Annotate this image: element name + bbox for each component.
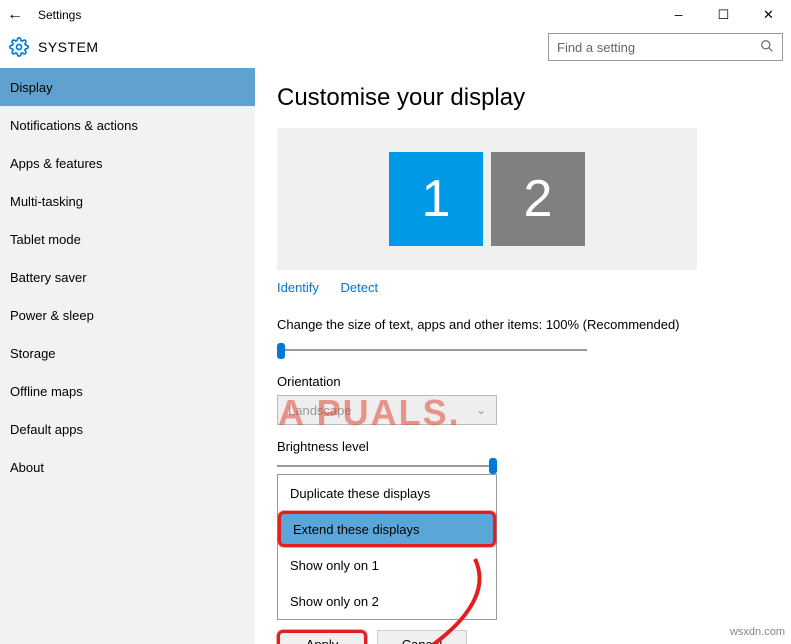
sidebar-item-display[interactable]: Display xyxy=(0,68,255,106)
minimize-button[interactable]: — xyxy=(656,0,701,30)
option-extend[interactable]: Extend these displays xyxy=(278,511,496,547)
orientation-value: Landscape xyxy=(288,403,352,418)
sidebar-item-about[interactable]: About xyxy=(0,448,255,486)
sidebar-item-battery[interactable]: Battery saver xyxy=(0,258,255,296)
cancel-button[interactable]: Cancel xyxy=(377,630,467,644)
sidebar-item-tablet[interactable]: Tablet mode xyxy=(0,220,255,258)
option-only2[interactable]: Show only on 2 xyxy=(278,583,496,619)
back-button[interactable]: ← xyxy=(0,6,30,24)
maximize-button[interactable]: ☐ xyxy=(701,0,746,30)
gear-icon xyxy=(8,36,30,58)
page-title: Customise your display xyxy=(277,84,769,112)
sidebar: Display Notifications & actions Apps & f… xyxy=(0,68,255,644)
chevron-down-icon: ⌄ xyxy=(476,403,486,417)
search-placeholder: Find a setting xyxy=(557,40,760,55)
display-arrangement[interactable]: 1 2 xyxy=(277,128,697,270)
sidebar-item-multitasking[interactable]: Multi-tasking xyxy=(0,182,255,220)
sidebar-item-power[interactable]: Power & sleep xyxy=(0,296,255,334)
scale-slider[interactable] xyxy=(277,340,587,360)
identify-link[interactable]: Identify xyxy=(277,280,319,295)
sidebar-item-storage[interactable]: Storage xyxy=(0,334,255,372)
brightness-label: Brightness level xyxy=(277,439,769,454)
brightness-slider[interactable] xyxy=(277,460,497,472)
option-duplicate[interactable]: Duplicate these displays xyxy=(278,475,496,511)
option-only1[interactable]: Show only on 1 xyxy=(278,547,496,583)
monitor-1[interactable]: 1 xyxy=(389,152,483,246)
search-input[interactable]: Find a setting xyxy=(548,33,783,61)
multi-display-dropdown[interactable]: Duplicate these displays Extend these di… xyxy=(277,474,497,620)
header-label: SYSTEM xyxy=(38,39,99,55)
sidebar-item-offlinemaps[interactable]: Offline maps xyxy=(0,372,255,410)
orientation-dropdown[interactable]: Landscape ⌄ xyxy=(277,395,497,425)
search-icon xyxy=(760,39,774,56)
monitor-2[interactable]: 2 xyxy=(491,152,585,246)
sidebar-item-notifications[interactable]: Notifications & actions xyxy=(0,106,255,144)
scale-label: Change the size of text, apps and other … xyxy=(277,317,769,332)
apply-button[interactable]: Apply xyxy=(277,630,367,644)
close-button[interactable]: ✕ xyxy=(746,0,791,30)
orientation-label: Orientation xyxy=(277,374,769,389)
source-attribution: wsxdn.com xyxy=(730,626,785,638)
detect-link[interactable]: Detect xyxy=(341,280,379,295)
sidebar-item-apps[interactable]: Apps & features xyxy=(0,144,255,182)
content-area: Customise your display 1 2 Identify Dete… xyxy=(255,68,791,644)
sidebar-item-defaultapps[interactable]: Default apps xyxy=(0,410,255,448)
window-title: Settings xyxy=(30,8,656,22)
